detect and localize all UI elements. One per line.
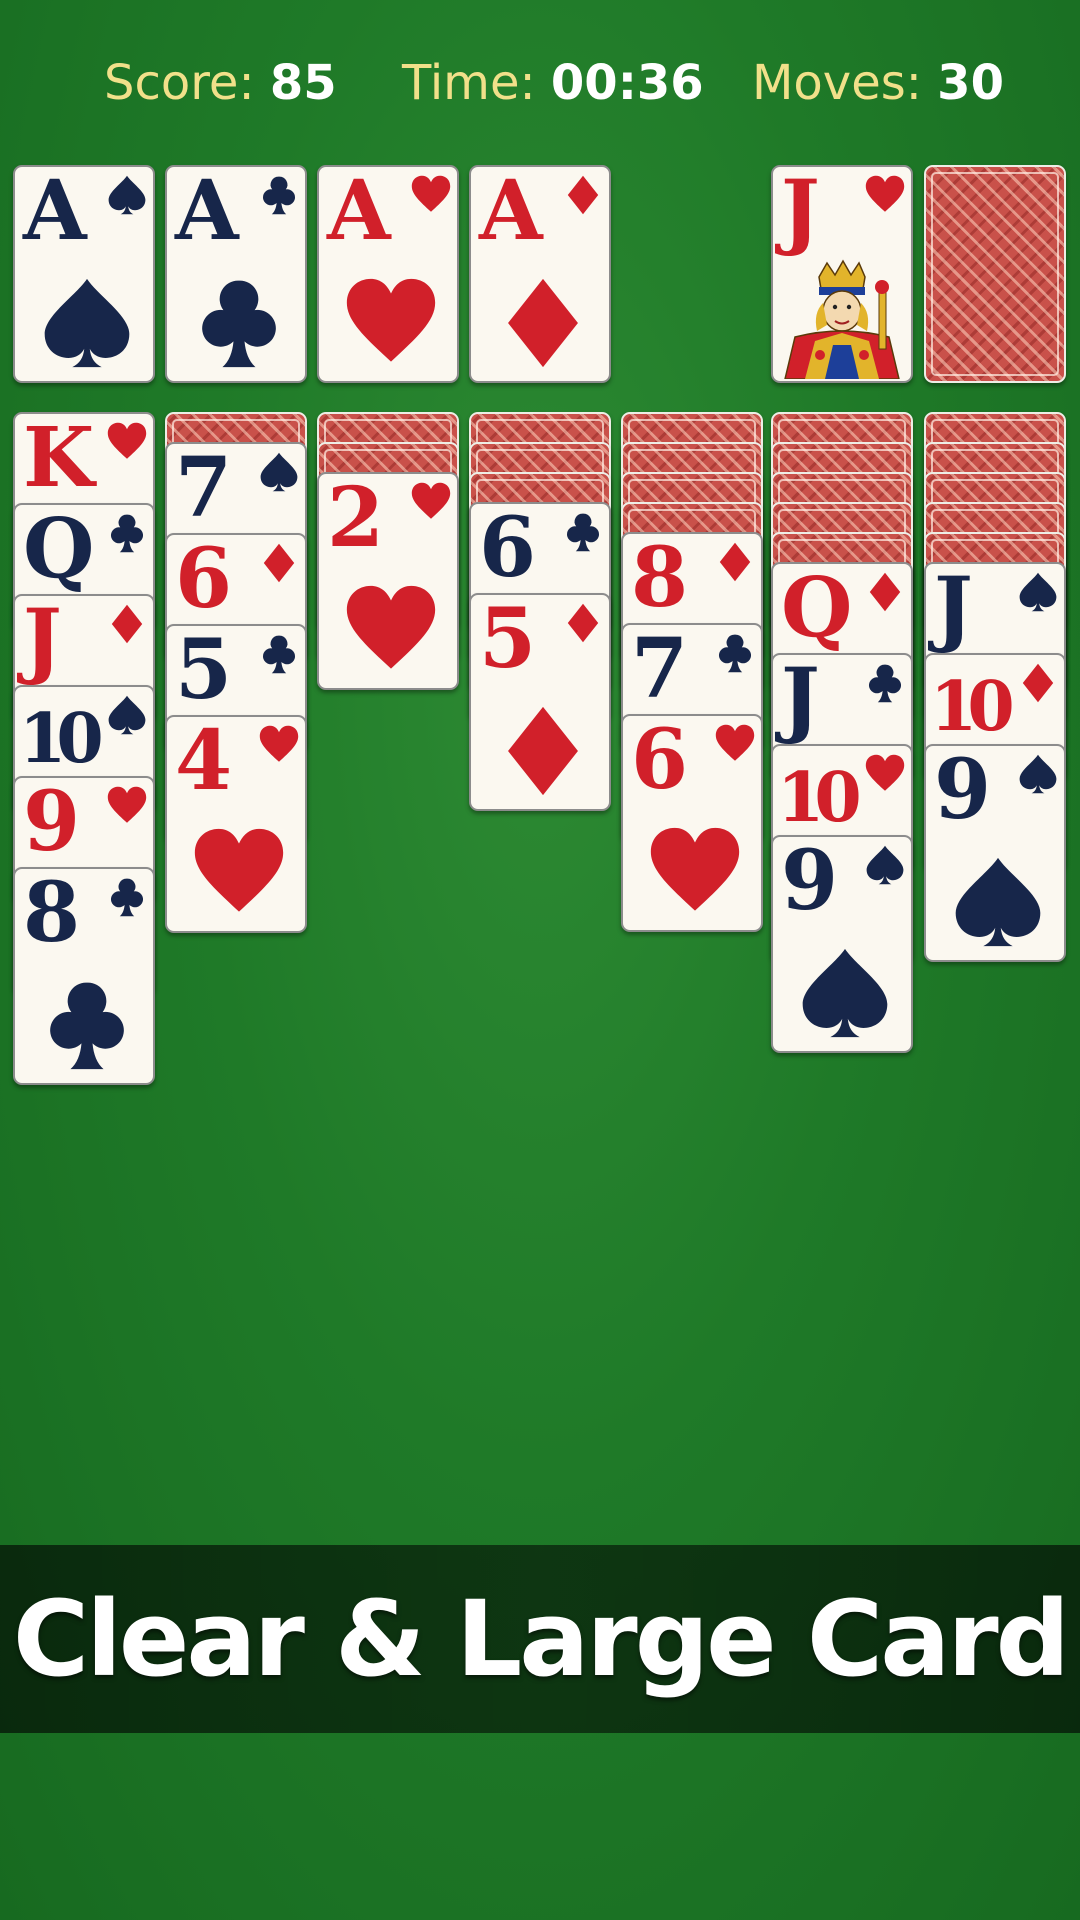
spade-icon: [802, 948, 888, 1038]
foundation-hearts[interactable]: A: [317, 165, 459, 383]
tableau-card[interactable]: 5: [469, 593, 611, 811]
card-rank: 9: [934, 744, 991, 838]
stats-bar: Score: 85 Time: 00:36 Moves: 30: [0, 48, 1080, 118]
card-rank: K: [23, 412, 94, 506]
card-rank: Q: [23, 503, 94, 597]
card-rank: J: [781, 165, 820, 259]
club-icon: [868, 664, 902, 703]
card-rank: 10: [19, 699, 104, 779]
spade-icon: [1019, 754, 1057, 794]
time-label: Time:: [402, 55, 536, 111]
spade-icon: [955, 857, 1041, 947]
tableau-card[interactable]: 9: [771, 835, 913, 1053]
heart-icon: [650, 827, 740, 911]
spade-icon: [108, 175, 146, 215]
moves-stat: Moves: 30: [752, 48, 1004, 118]
club-icon: [110, 878, 144, 917]
waste-card[interactable]: J: [771, 165, 913, 383]
heart-icon: [411, 175, 451, 212]
heart-icon: [346, 278, 436, 362]
jack-face-icon: [775, 259, 909, 379]
score-value: 85: [269, 55, 337, 111]
spade-icon: [44, 278, 130, 368]
stock-pile[interactable]: [924, 165, 1066, 383]
card-rank: A: [327, 165, 391, 259]
moves-label: Moves:: [752, 55, 922, 111]
card-rank: A: [175, 165, 239, 259]
tableau-card[interactable]: 6: [621, 714, 763, 932]
heart-icon: [865, 754, 905, 791]
heart-icon: [194, 828, 284, 912]
score-label: Score:: [104, 55, 255, 111]
card-rank: 6: [175, 533, 232, 627]
club-icon: [110, 514, 144, 553]
card-rank: J: [23, 594, 62, 688]
banner-text: Clear & Large Card: [12, 1578, 1070, 1700]
heart-icon: [411, 482, 451, 519]
diamond-icon: [1022, 663, 1054, 703]
heart-icon: [259, 725, 299, 762]
moves-value: 30: [937, 55, 1004, 111]
card-rank: A: [479, 165, 543, 259]
card-rank: 8: [23, 867, 80, 961]
foundation-spades[interactable]: A: [13, 165, 155, 383]
card-rank: 9: [23, 776, 80, 870]
spade-icon: [260, 452, 298, 492]
club-icon: [262, 635, 296, 674]
heart-icon: [715, 724, 755, 761]
card-rank: J: [781, 653, 820, 747]
heart-icon: [107, 422, 147, 459]
card-rank: 2: [327, 472, 384, 566]
diamond-icon: [508, 278, 578, 368]
foundation-diamonds[interactable]: A: [469, 165, 611, 383]
card-rank: 8: [631, 532, 688, 626]
card-rank: 6: [631, 714, 688, 808]
card-rank: J: [934, 562, 973, 656]
card-rank: 5: [479, 593, 536, 687]
diamond-icon: [111, 604, 143, 644]
tableau-card[interactable]: 8: [13, 867, 155, 1085]
diamond-icon: [263, 543, 295, 583]
card-rank: 9: [781, 835, 838, 929]
card-rank: Q: [781, 562, 852, 656]
heart-icon: [346, 585, 436, 669]
card-rank: 7: [175, 442, 232, 536]
spade-icon: [108, 695, 146, 735]
score-stat: Score: 85: [104, 48, 337, 118]
club-icon: [718, 634, 752, 673]
spade-icon: [866, 845, 904, 885]
heart-icon: [865, 175, 905, 212]
diamond-icon: [567, 603, 599, 643]
time-stat: Time: 00:36: [402, 48, 704, 118]
card-rank: 5: [175, 624, 232, 718]
promo-banner: Clear & Large Card: [0, 1545, 1080, 1733]
club-icon: [202, 280, 276, 368]
heart-icon: [107, 786, 147, 823]
club-icon: [50, 982, 124, 1070]
tableau-card[interactable]: 9: [924, 744, 1066, 962]
card-rank: 4: [175, 715, 232, 809]
diamond-icon: [567, 175, 599, 215]
diamond-icon: [719, 542, 751, 582]
club-icon: [566, 513, 600, 552]
club-icon: [262, 176, 296, 215]
card-rank: 10: [930, 667, 1015, 747]
diamond-icon: [508, 706, 578, 796]
card-rank: 7: [631, 623, 688, 717]
foundation-clubs[interactable]: A: [165, 165, 307, 383]
spade-icon: [1019, 572, 1057, 612]
card-back-pattern: [931, 172, 1059, 376]
tableau-card[interactable]: 2: [317, 472, 459, 690]
card-rank: 10: [777, 758, 862, 838]
card-rank: A: [23, 165, 87, 259]
card-rank: 6: [479, 502, 536, 596]
time-value: 00:36: [550, 55, 704, 111]
diamond-icon: [869, 572, 901, 612]
tableau-card[interactable]: 4: [165, 715, 307, 933]
